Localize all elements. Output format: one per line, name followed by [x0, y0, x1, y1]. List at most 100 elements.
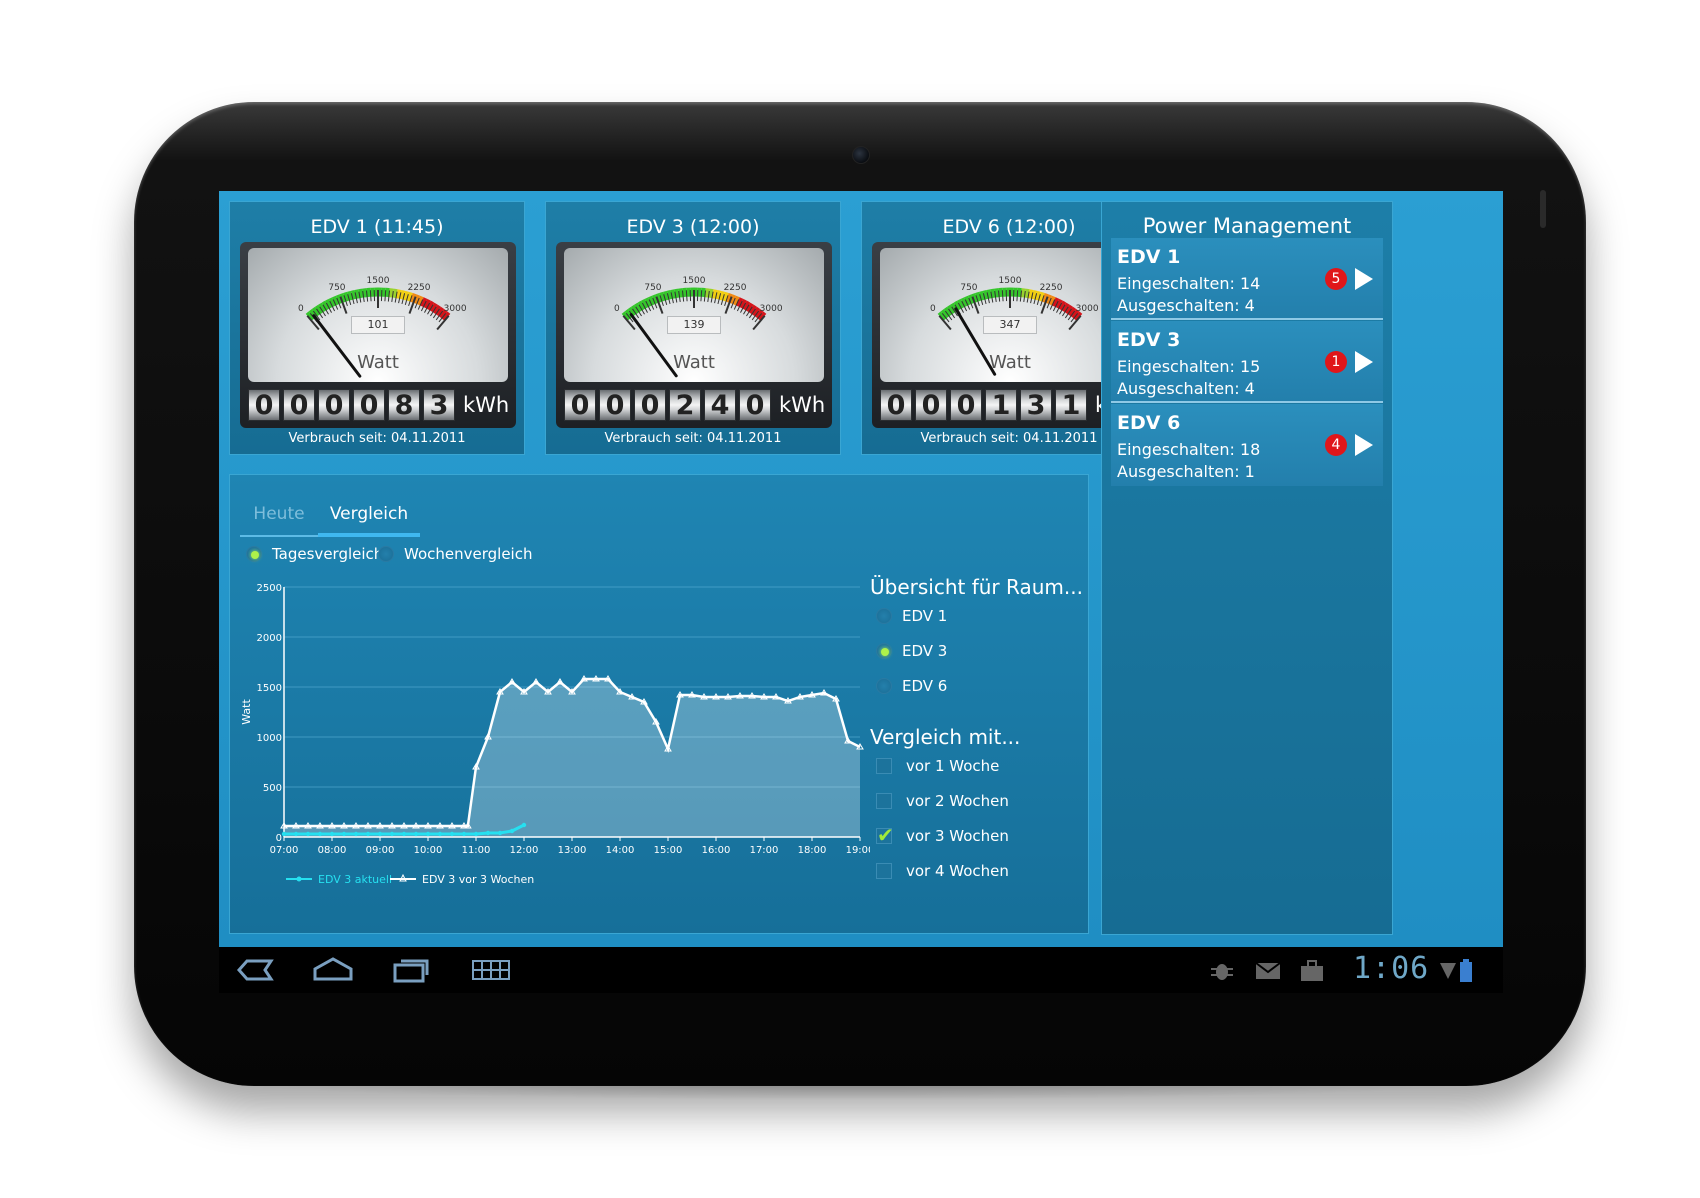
play-arrow-icon[interactable] — [1355, 434, 1373, 456]
gauge-scale-label: 3000 — [444, 304, 467, 314]
gauge-scale-label: 750 — [960, 283, 977, 293]
data-point-aktuell — [461, 831, 467, 837]
system-navigation-bar: 1:06 — [219, 947, 1503, 993]
briefcase-icon[interactable] — [1299, 959, 1325, 983]
gauge-color-band — [403, 290, 410, 301]
compare-option-4-weeks[interactable]: vor 4 Wochen — [876, 862, 1009, 880]
y-axis-label: Watt — [240, 699, 253, 725]
gauge-dial: 0 750 1500 2250 3000 101 Watt — [248, 248, 508, 382]
x-tick-label: 18:00 — [798, 845, 827, 856]
gauge-color-band — [325, 298, 333, 309]
checkbox-checked[interactable] — [876, 823, 894, 847]
checkbox[interactable] — [876, 793, 892, 809]
back-icon[interactable] — [235, 955, 275, 985]
y-tick-label: 1500 — [257, 683, 282, 694]
tab-heute[interactable]: Heute — [240, 497, 318, 537]
radio-button[interactable] — [378, 546, 394, 562]
bug-icon[interactable] — [1209, 959, 1235, 983]
checkbox[interactable] — [876, 863, 892, 879]
pm-item-off: Ausgeschalten: 1 — [1117, 462, 1255, 481]
gauge-color-band — [708, 288, 714, 299]
meter-card-edv3[interactable]: EDV 3 (12:00) 0 750 1500 2250 3000 139 Watt … — [545, 201, 841, 455]
pm-item-off: Ausgeschalten: 4 — [1117, 296, 1255, 315]
radio-button[interactable] — [246, 546, 262, 562]
gauge-color-band — [674, 288, 680, 299]
mail-icon[interactable] — [1255, 961, 1281, 981]
menu-grid-icon[interactable] — [471, 955, 511, 985]
checkbox[interactable] — [876, 758, 892, 774]
gauge-color-band — [637, 300, 646, 311]
pm-item-on: Eingeschalten: 15 — [1117, 357, 1261, 376]
gauge-color-band — [631, 304, 640, 315]
gauge-color-band — [432, 304, 441, 315]
room-option-edv6[interactable]: EDV 6 — [876, 677, 947, 695]
pm-item-off: Ausgeschalten: 4 — [1117, 379, 1255, 398]
play-arrow-icon[interactable] — [1355, 351, 1373, 373]
gauge-color-band — [435, 306, 445, 317]
counter-digit: 0 — [564, 389, 596, 421]
energy-counter: 0 0 0 2 4 0 kWh — [564, 388, 825, 422]
gauge-color-band — [751, 306, 761, 317]
room-option-edv3[interactable]: EDV 3 — [876, 642, 947, 660]
pm-item-name: EDV 1 — [1117, 246, 1181, 268]
series-area-vor-3-wochen — [284, 679, 860, 837]
pm-item-edv3[interactable]: EDV 3 Eingeschalten: 15 Ausgeschalten: 4… — [1111, 321, 1383, 403]
consumption-chart: 0 500 1000 1500 2000 2500 07:00 08:00 09:00 10:00… — [240, 583, 870, 886]
radio-button[interactable] — [876, 643, 892, 659]
x-tick-label: 09:00 — [366, 845, 395, 856]
home-icon[interactable] — [311, 955, 355, 985]
room-option-edv1[interactable]: EDV 1 — [876, 607, 947, 625]
radio-tagesvergleich[interactable]: Tagesvergleich — [246, 545, 383, 563]
gauge-color-band — [641, 298, 649, 309]
x-tick-label: 15:00 — [654, 845, 683, 856]
notification-badge: 5 — [1325, 268, 1347, 290]
meter-card-edv1[interactable]: EDV 1 (11:45) 0 750 1500 2250 3000 101 Watt … — [229, 201, 525, 455]
data-point-aktuell — [521, 822, 527, 828]
recent-apps-icon[interactable] — [391, 955, 431, 985]
pm-item-edv6[interactable]: EDV 6 Eingeschalten: 18 Ausgeschalten: 1… — [1111, 404, 1383, 486]
battery-icon — [1460, 959, 1472, 982]
gauge-color-band — [722, 291, 729, 302]
counter-digit: 0 — [739, 389, 771, 421]
gauge-scale-label: 2250 — [408, 283, 431, 293]
tab-vergleich[interactable]: Vergleich — [318, 497, 420, 537]
radio-button[interactable] — [876, 608, 892, 624]
gauge-color-band — [321, 300, 330, 311]
pm-item-edv1[interactable]: EDV 1 Eingeschalten: 14 Ausgeschalten: 4… — [1111, 238, 1383, 320]
gauge-color-band — [648, 295, 656, 306]
gauge-scale-label: 0 — [298, 304, 304, 314]
gauge-color-band — [1038, 291, 1045, 302]
front-camera — [852, 146, 870, 164]
gauge-color-band — [666, 289, 673, 300]
gauge-dial: 0 750 1500 2250 3000 139 Watt — [564, 248, 824, 382]
gauge-color-band — [328, 297, 336, 307]
gauge-color-band — [399, 289, 406, 300]
gauge-color-band — [1055, 298, 1063, 309]
pm-item-name: EDV 6 — [1117, 412, 1181, 434]
compare-option-1-week[interactable]: vor 1 Woche — [876, 757, 999, 775]
option-label: vor 3 Wochen — [906, 827, 1009, 845]
x-tick-label: 07:00 — [270, 845, 299, 856]
compare-option-3-weeks[interactable]: vor 3 Wochen — [876, 823, 1009, 847]
meter-frame: 0 750 1500 2250 3000 101 Watt 0 0 0 0 8 3 kW… — [240, 242, 516, 428]
play-arrow-icon[interactable] — [1355, 268, 1373, 290]
meter-title: EDV 3 (12:00) — [626, 216, 760, 238]
data-point-aktuell — [377, 831, 383, 837]
compare-option-2-weeks[interactable]: vor 2 Wochen — [876, 792, 1009, 810]
compare-section-title: Vergleich mit... — [870, 725, 1021, 749]
gauge-color-band — [420, 297, 428, 307]
gauge-color-band — [395, 289, 402, 299]
gauge-scale-label: 1500 — [367, 276, 390, 286]
radio-wochenvergleich[interactable]: Wochenvergleich — [378, 545, 532, 563]
gauge-scale-label: 2250 — [1040, 283, 1063, 293]
gauge-color-band — [1048, 295, 1056, 306]
counter-digit: 0 — [880, 389, 912, 421]
option-label: EDV 6 — [902, 677, 948, 695]
counter-digit: 0 — [950, 389, 982, 421]
gauge-color-band — [711, 289, 718, 299]
radio-button[interactable] — [876, 678, 892, 694]
chart-panel: Heute Vergleich Tagesvergleich Wochenver… — [229, 474, 1089, 934]
data-point-aktuell — [425, 831, 431, 837]
option-label: EDV 3 — [902, 642, 948, 660]
meter-since: Verbrauch seit: 04.11.2011 — [604, 431, 782, 446]
